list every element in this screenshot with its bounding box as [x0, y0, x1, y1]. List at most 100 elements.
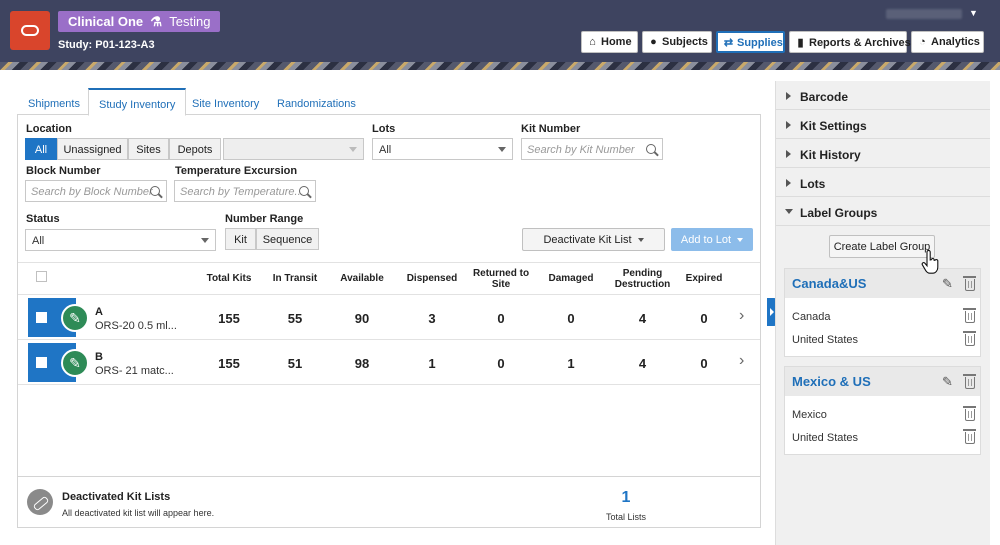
study-label: Study: P01-123-A3 — [58, 39, 155, 51]
dropper-icon: ✎ — [61, 349, 89, 377]
accordion-kit-settings[interactable]: Kit Settings — [776, 110, 990, 139]
user-name[interactable] — [886, 9, 962, 19]
location-unassigned-button[interactable]: Unassigned — [57, 138, 128, 160]
dropper-icon: ✎ — [61, 304, 89, 332]
create-label-group-button[interactable]: Create Label Group — [829, 235, 935, 258]
accordion-label-groups[interactable]: Label Groups — [776, 197, 990, 226]
tab-site-inventory[interactable]: Site Inventory — [192, 88, 259, 115]
nav-subjects-label: Subjects — [662, 36, 708, 48]
number-range-label: Number Range — [225, 213, 304, 225]
chevron-right-icon — [786, 92, 791, 100]
delete-trash-icon[interactable] — [963, 406, 976, 421]
cell-returned: 0 — [497, 311, 505, 326]
label-group-item: Canada — [792, 311, 831, 323]
user-menu-caret-icon[interactable]: ▼ — [969, 8, 978, 18]
search-icon[interactable] — [646, 144, 656, 154]
tab-shipments[interactable]: Shipments — [28, 88, 80, 115]
mode-label: Testing — [169, 14, 211, 29]
top-header: Clinical One ⚗ Testing Study: P01-123-A3… — [0, 0, 1000, 62]
status-select[interactable]: All — [25, 229, 216, 251]
col-returned-to-site: Returned to Site — [472, 267, 530, 290]
cell-available: 98 — [354, 356, 370, 371]
deactivate-label: Deactivate Kit List — [543, 234, 632, 246]
status-label: Status — [26, 213, 60, 225]
deactivated-kit-lists-footer[interactable]: Deactivated Kit Lists All deactivated ki… — [18, 476, 760, 527]
lots-select[interactable]: All — [372, 138, 513, 160]
location-depots-button[interactable]: Depots — [169, 138, 221, 160]
lots-value: All — [379, 144, 392, 156]
kit-list-name: A — [95, 306, 103, 318]
nav-analytics-button[interactable]: ◔ Analytics — [911, 31, 984, 53]
delete-trash-icon[interactable] — [963, 308, 976, 323]
label-group-item: Mexico — [792, 409, 827, 421]
chevron-down-icon — [498, 147, 506, 152]
temperature-search-input[interactable]: Search by Temperature... — [174, 180, 316, 202]
tab-study-inventory[interactable]: Study Inventory — [88, 88, 187, 116]
accordion-barcode[interactable]: Barcode — [776, 81, 990, 110]
hand-cursor-icon — [921, 250, 939, 274]
range-sequence-button[interactable]: Sequence — [256, 228, 319, 250]
kit-number-search-input[interactable]: Search by Kit Number — [521, 138, 663, 160]
kit-number-placeholder: Search by Kit Number — [527, 144, 635, 156]
block-number-search-input[interactable]: Search by Block Number — [25, 180, 167, 202]
delete-trash-icon[interactable] — [963, 331, 976, 346]
accordion-label: Kit Settings — [800, 119, 867, 133]
cell-damaged: 1 — [567, 356, 575, 371]
accordion-kit-history[interactable]: Kit History — [776, 139, 990, 168]
pill-icon — [27, 489, 53, 515]
gauge-icon: ◔ — [919, 36, 926, 48]
cell-expired: 0 — [700, 311, 708, 326]
edit-pencil-icon[interactable]: ✎ — [942, 374, 956, 389]
person-icon: ● — [650, 36, 657, 48]
delete-trash-icon[interactable] — [963, 276, 976, 291]
location-all-button[interactable]: All — [25, 138, 57, 160]
col-expired: Expired — [685, 273, 723, 284]
delete-trash-icon[interactable] — [963, 429, 976, 444]
table-row[interactable]: ✎ A ORS-20 0.5 ml... 155 55 90 3 0 0 4 0… — [18, 295, 760, 340]
deactivate-kit-list-button[interactable]: Deactivate Kit List — [522, 228, 665, 251]
deactivated-subtitle: All deactivated kit list will appear her… — [62, 508, 215, 518]
label-group-item: United States — [792, 334, 859, 346]
cell-dispensed: 1 — [428, 356, 436, 371]
chevron-right-icon — [786, 121, 791, 129]
col-dispensed: Dispensed — [406, 273, 458, 284]
row-checkbox[interactable] — [36, 312, 47, 323]
edit-pencil-icon[interactable]: ✎ — [942, 276, 956, 291]
accordion-lots[interactable]: Lots — [776, 168, 990, 197]
delete-trash-icon[interactable] — [963, 374, 976, 389]
table-row[interactable]: ✎ B ORS- 21 matc... 155 51 98 1 0 1 4 0 … — [18, 340, 760, 385]
cell-expired: 0 — [700, 356, 708, 371]
nav-home-button[interactable]: ⌂ Home — [581, 31, 638, 53]
select-all-checkbox[interactable] — [36, 271, 47, 282]
accordion-label: Kit History — [800, 148, 861, 162]
label-group-item: United States — [792, 432, 859, 444]
status-value: All — [32, 235, 45, 247]
col-damaged: Damaged — [548, 273, 594, 284]
chevron-right-icon[interactable]: › — [739, 352, 744, 370]
cell-returned: 0 — [497, 356, 505, 371]
total-lists-count[interactable]: 1 — [596, 489, 656, 507]
search-icon[interactable] — [299, 186, 309, 196]
chevron-right-icon[interactable]: › — [739, 307, 744, 325]
tab-bar: Shipments Study Inventory Site Inventory… — [17, 88, 761, 116]
cell-in-transit: 55 — [287, 311, 303, 326]
chevron-down-icon — [785, 209, 793, 214]
oracle-logo-icon[interactable] — [10, 11, 50, 50]
nav-supplies-button[interactable]: ⇄ Supplies — [716, 31, 785, 53]
add-to-lot-button[interactable]: Add to Lot — [671, 228, 753, 251]
settings-sidebar: Barcode Kit Settings Kit History Lots La… — [775, 81, 990, 545]
tab-randomizations[interactable]: Randomizations — [277, 88, 356, 115]
row-checkbox[interactable] — [36, 357, 47, 368]
kit-number-label: Kit Number — [521, 123, 581, 135]
range-kit-button[interactable]: Kit — [225, 228, 256, 250]
location-sites-button[interactable]: Sites — [128, 138, 169, 160]
block-number-placeholder: Search by Block Number — [31, 186, 153, 198]
kit-list-description: ORS-20 0.5 ml... — [95, 320, 177, 332]
nav-subjects-button[interactable]: ● Subjects — [642, 31, 712, 53]
col-pending-destruction: Pending Destruction — [614, 267, 671, 290]
kit-list-name: B — [95, 351, 103, 363]
nav-reports-button[interactable]: ▮ Reports & Archives — [789, 31, 911, 53]
temperature-excursion-label: Temperature Excursion — [175, 165, 298, 177]
search-icon[interactable] — [150, 186, 160, 196]
lots-label: Lots — [372, 123, 396, 135]
